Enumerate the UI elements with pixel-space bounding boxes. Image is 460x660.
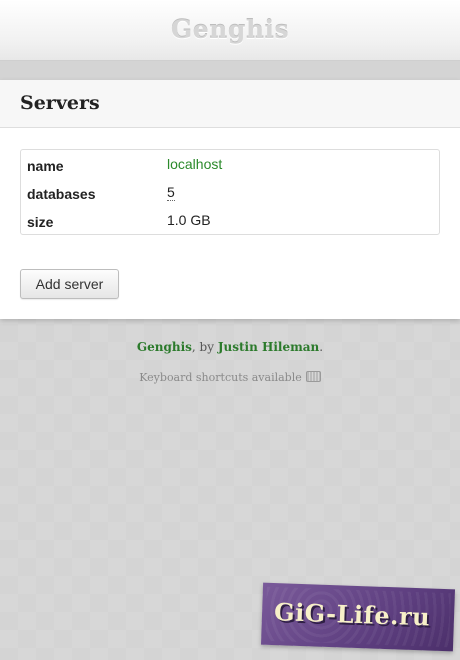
shortcuts-text: Keyboard shortcuts available	[139, 371, 302, 384]
watermark-logo: GiG-Life.ru	[260, 582, 456, 652]
servers-panel: Servers name localhost databases 5 size …	[0, 80, 460, 319]
databases-count[interactable]: 5	[167, 184, 175, 201]
server-name-link[interactable]: localhost	[167, 156, 222, 172]
watermark-text: GiG-Life.ru	[273, 597, 431, 632]
page-title: Servers	[20, 92, 100, 114]
header-divider	[0, 61, 460, 80]
app-link[interactable]: Genghis	[137, 340, 192, 354]
panel-header: Servers	[0, 80, 460, 128]
keyboard-icon	[305, 371, 321, 382]
app-title[interactable]: Genghis	[171, 15, 289, 44]
size-value: 1.0 GB	[167, 212, 211, 228]
add-server-button[interactable]: Add server	[20, 269, 119, 299]
credit-by-text: , by	[191, 340, 218, 354]
property-row-size: size 1.0 GB	[21, 210, 439, 234]
property-key: size	[27, 214, 54, 230]
app-header: Genghis	[0, 0, 460, 61]
property-key: databases	[27, 186, 96, 202]
server-properties: name localhost databases 5 size 1.0 GB	[20, 149, 440, 235]
footer-credit: Genghis, by Justin Hileman.	[0, 340, 460, 354]
property-row-name: name localhost	[21, 154, 439, 178]
keyboard-shortcuts-hint[interactable]: Keyboard shortcuts available	[0, 371, 460, 384]
author-link[interactable]: Justin Hileman	[218, 340, 319, 354]
property-key: name	[27, 158, 64, 174]
credit-period: .	[319, 340, 324, 354]
property-row-databases: databases 5	[21, 182, 439, 206]
